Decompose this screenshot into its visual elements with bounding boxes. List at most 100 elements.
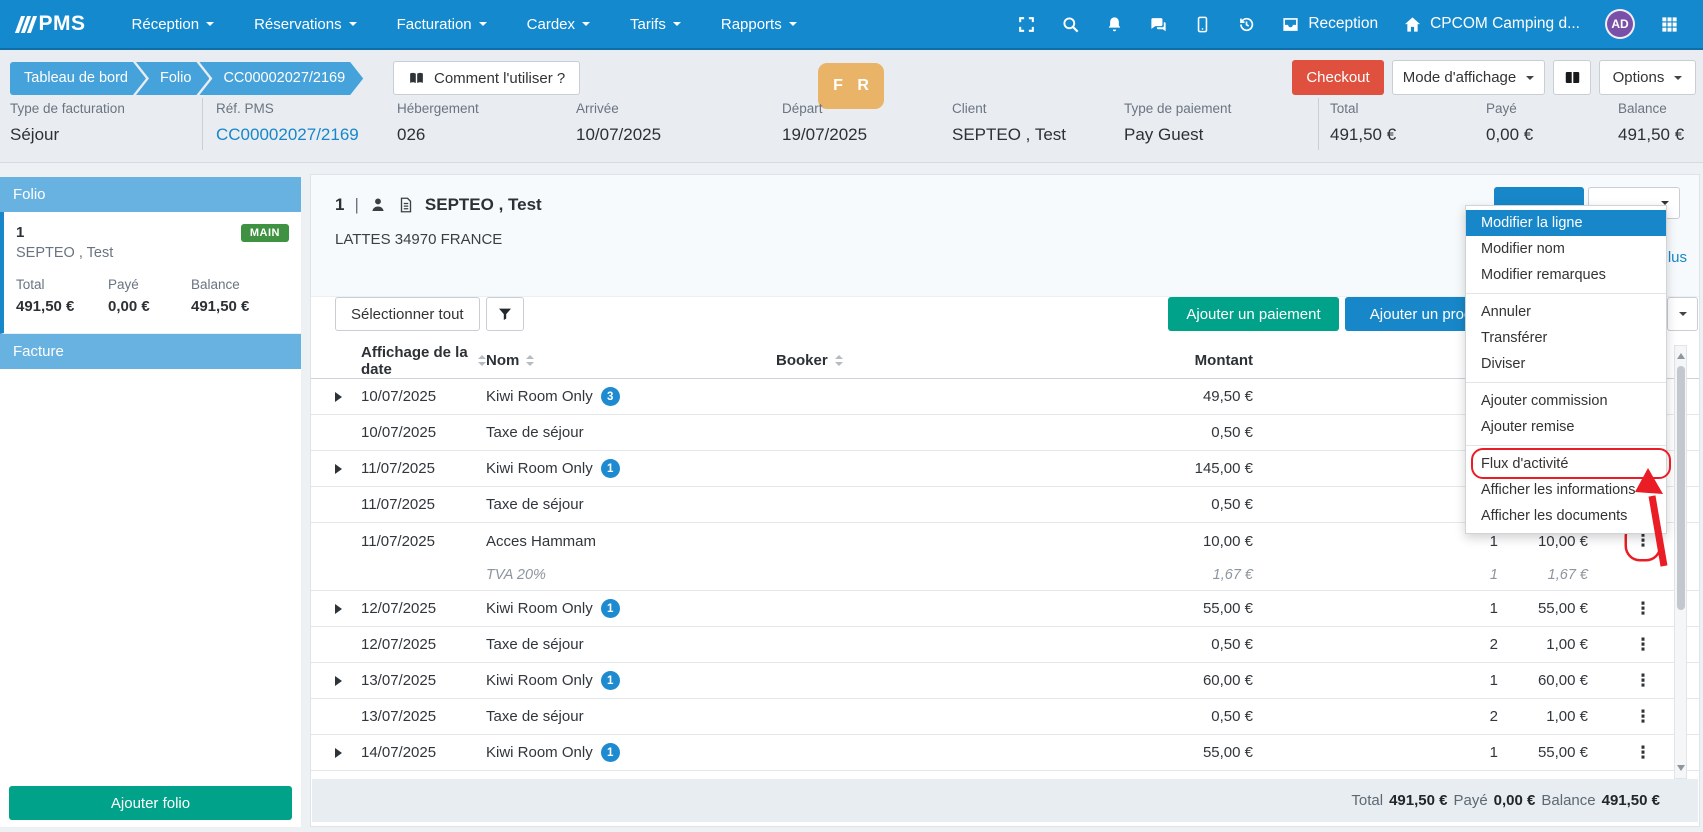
count-badge: 1 xyxy=(601,599,620,618)
chevron-down-icon xyxy=(789,22,797,26)
chat-icon[interactable] xyxy=(1149,15,1168,34)
main-menu: Réception Réservations Facturation Carde… xyxy=(132,16,797,33)
table-row[interactable]: 12/07/2025Kiwi Room Only155,00 €155,00 €… xyxy=(311,591,1699,627)
menu-item-modifier-nom[interactable]: Modifier nom xyxy=(1466,236,1666,262)
pms-reference-link[interactable]: CC00002027/2169 xyxy=(216,125,359,145)
expand-cell xyxy=(335,392,361,402)
field-pms-reference: Réf. PMS CC00002027/2169 xyxy=(216,101,359,145)
menu-cardex[interactable]: Cardex xyxy=(527,16,590,33)
product-name: Taxe de séjour xyxy=(486,424,584,441)
breadcrumb-reference[interactable]: CC00002027/2169 xyxy=(199,62,363,95)
column-layout-button[interactable] xyxy=(1553,60,1591,95)
sort-icon[interactable] xyxy=(835,355,843,366)
menu-item-modifier-la-ligne[interactable]: Modifier la ligne xyxy=(1466,210,1666,236)
kebab-menu-icon[interactable]: ⋮ xyxy=(1627,591,1659,627)
menu-item-modifier-remarques[interactable]: Modifier remarques xyxy=(1466,262,1666,288)
expand-arrow-icon[interactable] xyxy=(335,676,342,686)
footer-total-value: 491,50 € xyxy=(1389,792,1447,809)
totals-footer: Total491,50 € Payé0,00 € Balance491,50 € xyxy=(312,779,1698,822)
table-row[interactable]: 12/07/2025Taxe de séjour0,50 €21,00 €⋮ xyxy=(311,627,1699,663)
breadcrumb-dashboard[interactable]: Tableau de bord xyxy=(10,62,146,95)
tax-detail-amount: 1,67 € xyxy=(976,567,1253,583)
add-folio-button[interactable]: Ajouter folio xyxy=(9,786,292,820)
column-header-name[interactable]: Nom xyxy=(486,352,776,369)
options-button[interactable]: Options xyxy=(1599,60,1696,95)
amount-cell: 0,50 € xyxy=(976,708,1253,725)
field-balance: Balance 491,50 € xyxy=(1618,101,1684,145)
top-navbar: PMS Réception Réservations Facturation C… xyxy=(0,0,1703,50)
column-header-amount[interactable]: Montant xyxy=(976,352,1253,369)
amount-cell: 55,00 € xyxy=(976,744,1253,761)
menu-item-ajouter-remise[interactable]: Ajouter remise xyxy=(1466,414,1666,440)
expand-arrow-icon[interactable] xyxy=(335,604,342,614)
menu-item-annuler[interactable]: Annuler xyxy=(1466,299,1666,325)
mobile-device-icon[interactable] xyxy=(1193,15,1212,34)
book-icon xyxy=(408,70,425,87)
menu-facturation[interactable]: Facturation xyxy=(397,16,487,33)
kebab-menu-icon[interactable]: ⋮ xyxy=(1627,627,1659,663)
user-avatar[interactable]: AD xyxy=(1605,9,1635,39)
quantity-cell: 1 xyxy=(1253,672,1498,689)
notifications-bell-icon[interactable] xyxy=(1105,15,1124,34)
menu-item-diviser[interactable]: Diviser xyxy=(1466,351,1666,377)
menu-item-flux-d-activit[interactable]: Flux d'activité xyxy=(1466,451,1666,477)
checkout-button[interactable]: Checkout xyxy=(1292,60,1384,95)
date-cell: 10/07/2025 xyxy=(361,388,486,405)
breadcrumb-folio[interactable]: Folio xyxy=(136,62,209,95)
filter-button[interactable] xyxy=(486,297,524,331)
line-total-cell: 10,00 € xyxy=(1498,533,1588,550)
quantity-cell: 2 xyxy=(1253,636,1498,653)
search-icon[interactable] xyxy=(1061,15,1080,34)
history-icon[interactable] xyxy=(1237,15,1256,34)
guest-folio-number: 1 xyxy=(335,195,344,215)
guest-person-icon[interactable] xyxy=(369,196,387,214)
scrollbar-thumb[interactable] xyxy=(1677,366,1685,610)
product-name: Taxe de séjour xyxy=(486,496,584,513)
menu-item-afficher-les-informations[interactable]: Afficher les informations xyxy=(1466,477,1666,503)
table-scrollbar[interactable] xyxy=(1674,345,1687,779)
sort-icon[interactable] xyxy=(478,355,486,366)
column-header-date[interactable]: Affichage de la date xyxy=(361,344,486,378)
table-row[interactable]: 13/07/2025Taxe de séjour0,50 €21,00 €⋮ xyxy=(311,699,1699,735)
menu-reservations[interactable]: Réservations xyxy=(254,16,357,33)
table-row[interactable]: 13/07/2025Kiwi Room Only160,00 €160,00 €… xyxy=(311,663,1699,699)
field-total: Total 491,50 € xyxy=(1330,101,1396,145)
scroll-down-arrow-icon[interactable] xyxy=(1677,765,1685,771)
menu-tarifs[interactable]: Tarifs xyxy=(630,16,681,33)
kebab-menu-icon[interactable]: ⋮ xyxy=(1627,699,1659,735)
amount-cell: 55,00 € xyxy=(976,600,1253,617)
expand-arrow-icon[interactable] xyxy=(335,748,342,758)
folio-list-item[interactable]: 1 MAIN SEPTEO , Test Total 491,50 € Payé… xyxy=(0,212,301,334)
reception-shortcut[interactable]: Reception xyxy=(1281,15,1378,34)
name-cell: Taxe de séjour xyxy=(486,424,776,441)
menu-reception[interactable]: Réception xyxy=(132,16,215,33)
amount-cell: 145,00 € xyxy=(976,460,1253,477)
select-all-button[interactable]: Sélectionner tout xyxy=(335,297,480,331)
expand-arrow-icon[interactable] xyxy=(335,464,342,474)
apps-grid-icon[interactable] xyxy=(1660,15,1679,34)
kebab-menu-icon[interactable]: ⋮ xyxy=(1627,663,1659,699)
menu-rapports[interactable]: Rapports xyxy=(721,16,797,33)
column-header-booker[interactable]: Booker xyxy=(776,352,976,369)
pms-logo[interactable]: PMS xyxy=(18,12,86,36)
menu-item-ajouter-commission[interactable]: Ajouter commission xyxy=(1466,388,1666,414)
table-row[interactable]: 14/07/2025Kiwi Room Only155,00 €155,00 €… xyxy=(311,735,1699,771)
chevron-down-icon xyxy=(349,22,357,26)
guest-document-icon[interactable] xyxy=(397,196,415,214)
how-to-use-button[interactable]: Comment l'utiliser ? xyxy=(393,61,580,95)
expand-arrow-icon[interactable] xyxy=(335,392,342,402)
fullscreen-icon[interactable] xyxy=(1017,15,1036,34)
scroll-up-arrow-icon[interactable] xyxy=(1677,353,1685,359)
product-name: Kiwi Room Only xyxy=(486,388,593,405)
sort-icon[interactable] xyxy=(526,355,534,366)
property-selector[interactable]: CPCOM Camping d... xyxy=(1403,15,1580,34)
menu-item-afficher-les-documents[interactable]: Afficher les documents xyxy=(1466,503,1666,529)
add-product-dropdown-toggle[interactable] xyxy=(1667,297,1698,331)
quantity-cell: 1 xyxy=(1253,744,1498,761)
display-mode-button[interactable]: Mode d'affichage xyxy=(1392,60,1545,95)
menu-item-transf-rer[interactable]: Transférer xyxy=(1466,325,1666,351)
add-payment-button[interactable]: Ajouter un paiement xyxy=(1168,297,1339,331)
kebab-menu-icon[interactable]: ⋮ xyxy=(1627,735,1659,771)
menu-divider xyxy=(1466,293,1666,294)
folio-paid: Payé 0,00 € xyxy=(108,277,191,315)
